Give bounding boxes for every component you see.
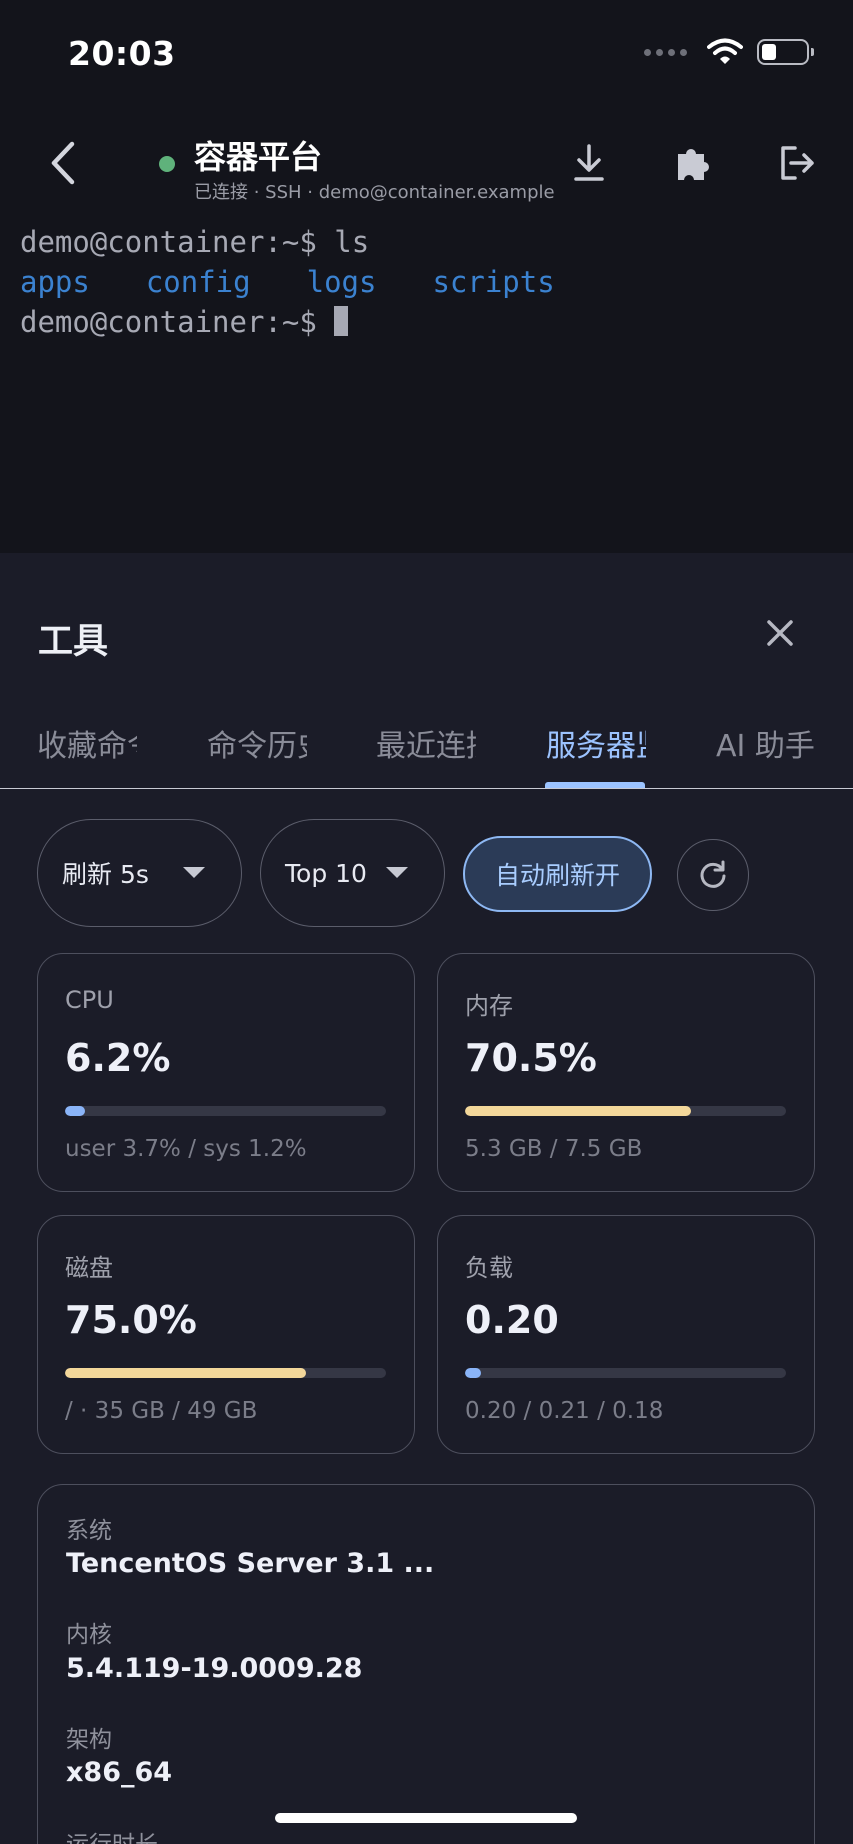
tools-sheet: 工具 收藏命令 命令历史 最近连接 服务器监控 AI 助手 刷新 5s Top … — [0, 553, 853, 1844]
cpu-value: 6.2% — [65, 1036, 171, 1080]
memory-card: 内存 70.5% 5.3 GB / 7.5 GB — [437, 953, 815, 1192]
kernel-value: 5.4.119-19.0009.28 — [66, 1653, 363, 1684]
refresh-interval-select[interactable]: 刷新 5s — [37, 819, 242, 927]
download-button[interactable] — [566, 140, 612, 186]
load-detail: 0.20 / 0.21 / 0.18 — [465, 1398, 664, 1424]
disk-progress-fill — [65, 1368, 306, 1378]
wifi-icon — [707, 38, 743, 64]
status-icons — [644, 38, 814, 66]
uptime-label: 运行时长 — [66, 1825, 158, 1844]
cellular-signal-icon — [644, 48, 687, 56]
session-subtitle: 已连接 · SSH · demo@container.example — [194, 182, 555, 203]
refresh-button[interactable] — [677, 839, 749, 911]
load-progress-bar — [465, 1368, 786, 1378]
top-n-select[interactable]: Top 10 — [260, 819, 445, 927]
connection-status-dot — [159, 156, 175, 172]
cpu-detail: user 3.7% / sys 1.2% — [65, 1136, 307, 1162]
terminal-prompt: demo@container:~$ — [20, 305, 335, 339]
cpu-card: CPU 6.2% user 3.7% / sys 1.2% — [37, 953, 415, 1192]
load-label: 负载 — [465, 1254, 513, 1282]
kernel-label: 内核 — [66, 1622, 112, 1648]
download-icon — [574, 144, 604, 181]
memory-detail: 5.3 GB / 7.5 GB — [465, 1136, 643, 1162]
terminal-prompt-line: demo@container:~$ — [20, 302, 840, 342]
os-value: TencentOS Server 3.1 ... — [66, 1548, 435, 1579]
tool-tabs: 收藏命令 命令历史 最近连接 服务器监控 AI 助手 — [0, 703, 853, 789]
auto-refresh-toggle[interactable]: 自动刷新开 — [463, 836, 652, 912]
tab-server-monitor[interactable]: 服务器监控 — [546, 721, 646, 763]
dir-entry: logs — [306, 265, 377, 299]
home-indicator[interactable] — [275, 1813, 577, 1823]
dir-entry: config — [145, 265, 251, 299]
disconnect-button[interactable] — [774, 140, 820, 186]
close-button[interactable] — [760, 613, 800, 653]
cpu-progress-bar — [65, 1106, 386, 1116]
plugins-button[interactable] — [670, 140, 716, 186]
disk-label: 磁盘 — [65, 1254, 113, 1282]
disk-detail: / · 35 GB / 49 GB — [65, 1398, 258, 1424]
status-time: 20:03 — [68, 34, 176, 73]
terminal-line: demo@container:~$ ls — [20, 225, 370, 259]
cpu-progress-fill — [65, 1106, 85, 1116]
logout-icon — [781, 146, 814, 180]
load-card: 负载 0.20 0.20 / 0.21 / 0.18 — [437, 1215, 815, 1454]
memory-progress-bar — [465, 1106, 786, 1116]
status-bar: 20:03 — [0, 0, 853, 110]
disk-card: 磁盘 75.0% / · 35 GB / 49 GB — [37, 1215, 415, 1454]
refresh-interval-value: 刷新 5s — [62, 860, 149, 889]
disk-value: 75.0% — [65, 1298, 197, 1342]
system-info-card: 系统 TencentOS Server 3.1 ... 内核 5.4.119-1… — [37, 1484, 815, 1844]
arch-label: 架构 — [66, 1727, 112, 1753]
cpu-label: CPU — [65, 986, 114, 1014]
load-progress-fill — [465, 1368, 482, 1378]
chevron-down-icon — [386, 867, 408, 878]
dir-entry: apps — [20, 265, 90, 299]
back-button[interactable] — [42, 138, 82, 188]
tab-history[interactable]: 命令历史 — [207, 721, 307, 763]
active-tab-indicator — [545, 782, 645, 788]
back-arrow-icon — [51, 141, 75, 185]
top-header: 容器平台 已连接 · SSH · demo@container.example — [0, 118, 853, 218]
terminal-cursor — [334, 306, 349, 336]
load-value: 0.20 — [465, 1298, 559, 1342]
battery-icon — [757, 39, 814, 65]
close-icon — [767, 620, 793, 646]
monitor-toolbar: 刷新 5s Top 10 自动刷新开 — [0, 819, 853, 929]
os-label: 系统 — [66, 1518, 112, 1544]
chevron-down-icon — [183, 867, 205, 878]
top-n-value: Top 10 — [285, 858, 367, 888]
sheet-title: 工具 — [38, 622, 109, 662]
puzzle-icon — [678, 149, 709, 180]
memory-progress-fill — [465, 1106, 692, 1116]
tab-recent[interactable]: 最近连接 — [376, 721, 476, 763]
session-title: 容器平台 — [194, 138, 323, 176]
tab-ai-assistant[interactable]: AI 助手 — [716, 721, 816, 763]
terminal-ls-output: apps config logs scripts — [20, 262, 840, 302]
terminal-output[interactable]: demo@container:~$ ls apps config logs scrip… — [20, 222, 840, 342]
memory-value: 70.5% — [465, 1036, 597, 1080]
memory-label: 内存 — [465, 992, 513, 1020]
tab-favorites[interactable]: 收藏命令 — [37, 721, 137, 763]
disk-progress-bar — [65, 1368, 386, 1378]
app-root: 20:03 容器平台 已连接 · SSH · demo@container.ex… — [0, 0, 853, 1844]
dir-entry: scripts — [432, 265, 555, 299]
arch-value: x86_64 — [66, 1757, 173, 1788]
refresh-icon — [700, 860, 726, 888]
